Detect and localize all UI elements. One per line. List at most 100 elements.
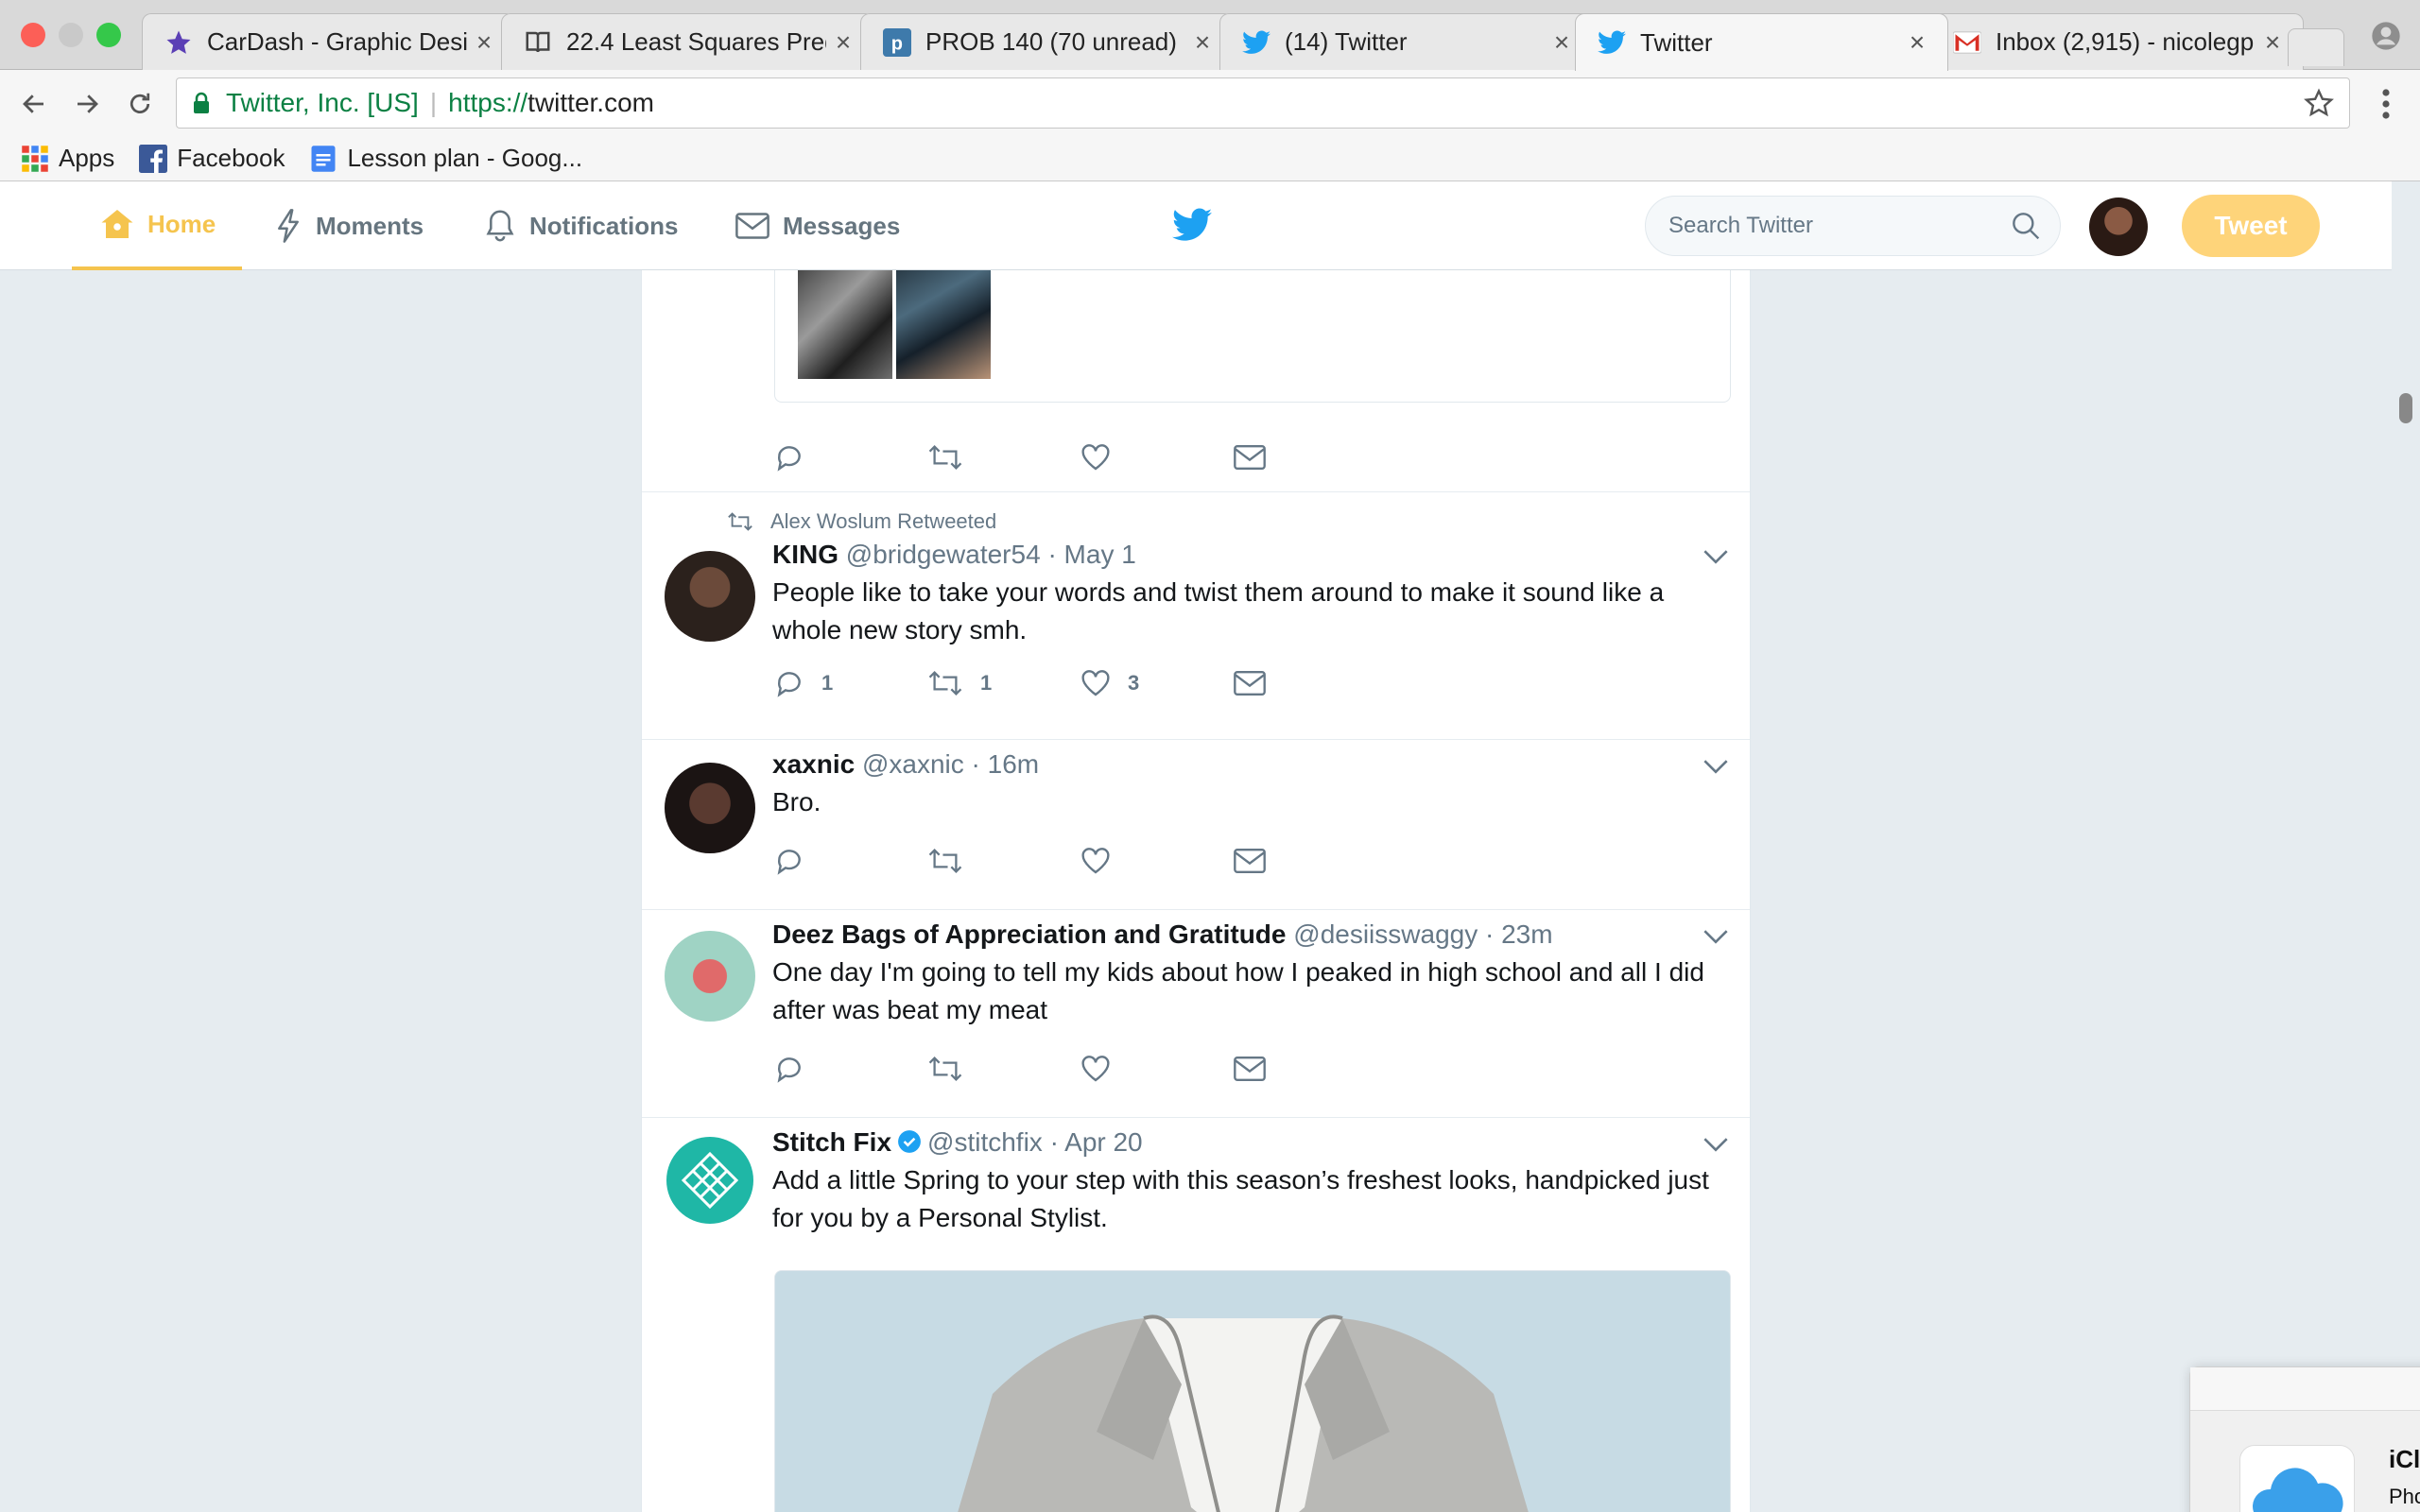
bookmark-facebook[interactable]: Facebook	[139, 144, 285, 173]
envelope-icon	[1234, 849, 1266, 873]
media-card[interactable]	[774, 270, 1731, 403]
address-bar[interactable]: Twitter, Inc. [US] | https:// twitter.co…	[176, 77, 2350, 129]
author-name[interactable]: Deez Bags of Appreciation and Gratitude	[772, 919, 1286, 949]
retweet-button[interactable]	[927, 444, 1080, 471]
chevron-down-icon[interactable]	[1703, 757, 1729, 776]
tab-gmail[interactable]: Inbox (2,915) - nicolegp ×	[1930, 13, 2304, 70]
reply-button[interactable]	[774, 443, 927, 472]
avatar[interactable]	[665, 1135, 755, 1226]
tab-least-squares[interactable]: 22.4 Least Squares Prediction ×	[501, 13, 874, 70]
nav-messages[interactable]: Messages	[735, 181, 900, 270]
retweet-context-text: Alex Woslum Retweeted	[770, 509, 997, 533]
arrow-left-icon	[23, 94, 43, 113]
search-icon[interactable]	[2011, 211, 2041, 241]
nav-home[interactable]: Home	[72, 181, 242, 270]
reply-button[interactable]	[774, 847, 927, 875]
icloud-notification[interactable]: iCl Pho	[2189, 1366, 2420, 1512]
tab-twitter-14[interactable]: (14) Twitter ×	[1219, 13, 1593, 70]
photo-thumbnail[interactable]	[896, 270, 991, 379]
bookmark-star-icon[interactable]	[2304, 88, 2334, 118]
new-tab-button[interactable]	[2288, 28, 2344, 66]
profile-icon[interactable]	[2371, 21, 2401, 51]
tweet[interactable]: xaxnic @xaxnic · 16m Bro.	[642, 740, 1750, 910]
close-window-button[interactable]	[21, 23, 45, 47]
close-icon[interactable]: ×	[832, 27, 855, 58]
browser-menu-icon[interactable]	[2375, 87, 2397, 121]
close-icon[interactable]: ×	[1191, 27, 1214, 58]
search-box	[1645, 196, 2061, 256]
author-handle[interactable]: @xaxnic	[862, 749, 964, 779]
tweet-time[interactable]: · 16m	[972, 749, 1040, 779]
avatar[interactable]	[665, 931, 755, 1022]
retweet-button[interactable]	[927, 1056, 1080, 1082]
author-handle[interactable]: @stitchfix	[927, 1127, 1043, 1157]
close-icon[interactable]: ×	[2261, 27, 2284, 58]
tab-cardash[interactable]: CarDash - Graphic Design ×	[142, 13, 515, 70]
bookmark-apps[interactable]: Apps	[21, 144, 114, 173]
envelope-icon	[735, 213, 769, 239]
nav-notifications[interactable]: Notifications	[484, 181, 678, 270]
tweet[interactable]: Deez Bags of Appreciation and Gratitude …	[642, 910, 1750, 1118]
tweet-header: Stitch Fix @stitchfix · Apr 20	[772, 1127, 1143, 1158]
chevron-down-icon[interactable]	[1703, 927, 1729, 946]
like-button[interactable]	[1080, 847, 1234, 875]
reply-icon	[777, 850, 801, 875]
close-icon[interactable]: ×	[1550, 27, 1573, 58]
tweet-time[interactable]: · Apr 20	[1050, 1127, 1143, 1157]
jacket-photo	[775, 1271, 1730, 1512]
reply-button[interactable]	[774, 1055, 927, 1083]
search-input[interactable]	[1668, 213, 2011, 239]
author-handle[interactable]: @desiisswaggy	[1293, 919, 1478, 949]
tweet[interactable]: Alex Woslum Retweeted KING @bridgewater5…	[642, 492, 1750, 738]
bookmark-lesson-plan[interactable]: Lesson plan - Goog...	[309, 144, 582, 173]
browser-toolbar: Twitter, Inc. [US] | https:// twitter.co…	[0, 70, 2420, 136]
retweet-button[interactable]: 1	[927, 670, 1080, 696]
twitter-logo-icon[interactable]	[1172, 208, 1212, 242]
tweet-button[interactable]: Tweet	[2182, 195, 2320, 257]
photo-thumbnail[interactable]	[798, 270, 892, 379]
like-button[interactable]	[1080, 443, 1234, 472]
tweet-time[interactable]: · 23m	[1485, 919, 1553, 949]
page-scrollbar[interactable]	[2399, 393, 2412, 423]
like-button[interactable]: 3	[1080, 669, 1234, 697]
tweet-text: One day I'm going to tell my kids about …	[772, 957, 1704, 1024]
minimize-window-button[interactable]	[59, 23, 83, 47]
reply-icon	[777, 672, 801, 697]
dm-button[interactable]	[1234, 670, 1387, 696]
profile-avatar[interactable]	[2089, 198, 2148, 256]
retweet-button[interactable]	[927, 848, 1080, 874]
dm-button[interactable]	[1234, 444, 1387, 471]
url-separator: |	[429, 88, 438, 117]
url-host: twitter.com	[527, 88, 654, 117]
dm-button[interactable]	[1234, 848, 1387, 874]
author-name[interactable]: Stitch Fix	[772, 1127, 891, 1157]
retweet-icon	[928, 848, 962, 874]
author-handle[interactable]: @bridgewater54	[846, 540, 1041, 569]
avatar[interactable]	[665, 551, 755, 642]
dm-button[interactable]	[1234, 1056, 1387, 1082]
nav-moments[interactable]: Moments	[274, 181, 424, 270]
forward-button[interactable]	[68, 85, 106, 123]
chevron-down-icon[interactable]	[1703, 1135, 1729, 1154]
author-name[interactable]: xaxnic	[772, 749, 855, 779]
author-name[interactable]: KING	[772, 540, 838, 569]
reply-button[interactable]: 1	[774, 669, 927, 697]
tab-prob140[interactable]: p PROB 140 (70 unread) ×	[860, 13, 1234, 70]
like-button[interactable]	[1080, 1055, 1234, 1083]
close-icon[interactable]: ×	[473, 27, 495, 58]
heart-icon	[1081, 670, 1110, 696]
tab-title: Twitter	[1640, 27, 1713, 57]
tweet-media-image[interactable]	[774, 1270, 1731, 1512]
icloud-icon	[2239, 1445, 2355, 1512]
tweet-time[interactable]: · May 1	[1047, 540, 1135, 569]
reload-button[interactable]	[121, 85, 159, 123]
envelope-icon	[1234, 445, 1266, 470]
back-button[interactable]	[15, 85, 53, 123]
close-icon[interactable]: ×	[1906, 27, 1928, 58]
fullscreen-window-button[interactable]	[96, 23, 121, 47]
avatar[interactable]	[665, 763, 755, 853]
heart-icon	[1081, 1056, 1110, 1082]
chevron-down-icon[interactable]	[1703, 547, 1729, 566]
apps-grid-icon	[22, 145, 48, 172]
tab-twitter-active[interactable]: Twitter ×	[1575, 13, 1948, 71]
